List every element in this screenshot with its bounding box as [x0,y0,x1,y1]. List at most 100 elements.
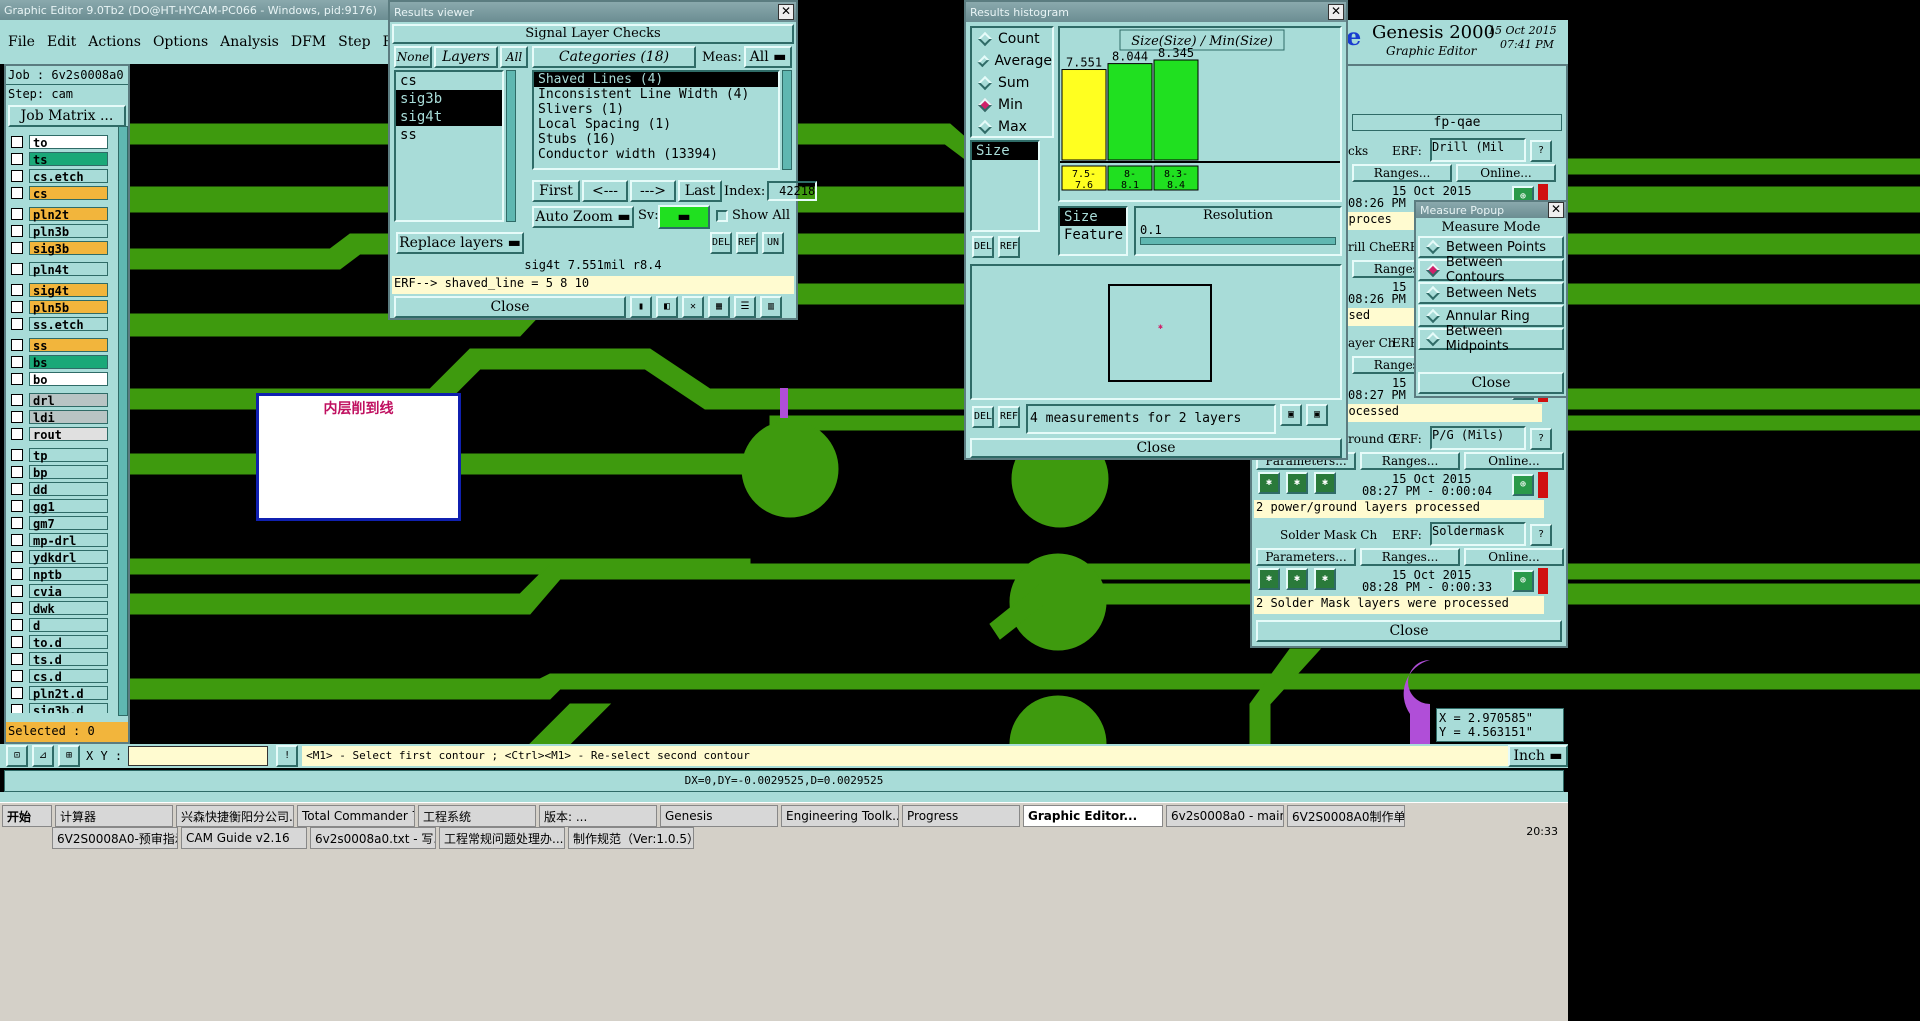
rv-tool-icon-5[interactable]: ☰ [734,296,756,318]
rv-cat-scroll[interactable] [782,70,792,170]
layer-checkbox[interactable] [11,318,23,330]
hist-option-average[interactable]: Average [972,50,1052,72]
rv-close-icon[interactable]: ✕ [778,4,794,20]
analysis-erf-value[interactable]: Soldermask [1430,522,1526,546]
layer-checkbox[interactable] [11,284,23,296]
layer-name[interactable]: bs [29,355,108,370]
run-icon[interactable]: ✱ [1286,568,1308,590]
taskbar-item[interactable]: 6V2S0008A0-预审指示... [52,827,178,849]
layer-name[interactable]: ydkdrl [29,550,108,565]
taskbar-item[interactable]: 工程常规问题处理办... [439,827,565,849]
run-icon[interactable]: ✱ [1286,472,1308,494]
layer-checkbox[interactable] [11,687,23,699]
layer-name[interactable]: dwk [29,601,108,616]
layer-checkbox[interactable] [11,170,23,182]
taskbar-item[interactable]: Genesis [660,805,778,827]
layer-checkbox[interactable] [11,653,23,665]
analysis-ranges-button[interactable]: Ranges... [1352,164,1452,182]
taskbar-item[interactable]: Engineering Toolk... [781,805,899,827]
rv-first-button[interactable]: First [532,180,580,202]
hist-field-list[interactable]: Size [970,140,1040,232]
layer-row[interactable]: drl [8,392,108,408]
layer-row[interactable]: ss.etch [8,316,108,332]
layer-name[interactable]: bo [29,372,108,387]
layer-name[interactable]: nptb [29,567,108,582]
layer-row[interactable]: cs.etch [8,168,108,184]
layer-name[interactable]: ss [29,338,108,353]
layer-name[interactable]: sig3b.d [29,703,108,713]
layer-row[interactable]: ss [8,337,108,353]
analysis-erf-value[interactable]: P/G (Mils) [1430,426,1526,450]
taskbar-item[interactable]: Total Commander 7... [297,805,415,827]
hist-field-item[interactable]: Size [972,142,1038,160]
hist-tool-icon-2[interactable]: ▣ [1306,404,1328,426]
analysis-ranges-button[interactable]: Ranges... [1360,548,1460,566]
tool-icon-1[interactable]: ⊡ [6,745,28,767]
rv-none-button[interactable]: None [394,46,432,68]
layer-row[interactable]: gg1 [8,498,108,514]
analysis-erf-value[interactable]: Drill (Mil [1430,138,1526,162]
layer-row[interactable]: pln3b [8,223,108,239]
layer-list[interactable]: to ts cs.etch cs pln2t pln3b sig3b pln4t sig4t pl… [8,133,108,713]
taskbar-item[interactable]: 6v2s0008a0.txt - 写... [310,827,436,849]
rv-tool-icon-4[interactable]: ▦ [708,296,730,318]
menu-options[interactable]: Options [153,34,208,50]
taskbar-item[interactable]: 版本: ... [539,805,657,827]
rv-prev-button[interactable]: <--- [582,180,628,202]
chart-bar[interactable] [1153,59,1199,161]
menu-analysis[interactable]: Analysis [220,34,279,50]
layer-name[interactable]: drl [29,393,108,408]
rv-category-item[interactable]: Shaved Lines (4) [534,72,778,87]
layer-name[interactable]: pln2t [29,207,108,222]
hist-field2-item-feature[interactable]: Feature [1060,226,1126,244]
layer-name[interactable]: ts [29,152,108,167]
rv-layer-list[interactable]: cs sig3b sig4t ss [394,70,504,222]
rv-autozoom-select[interactable]: Auto Zoom ▬ [532,206,634,228]
rv-index-input[interactable]: 42218 [767,181,818,201]
layer-row[interactable]: pln4t [8,261,108,277]
rv-replace-select[interactable]: Replace layers ▬ [396,232,524,254]
layer-row[interactable]: pln2t.d [8,685,108,701]
hist-option-count[interactable]: Count [972,28,1052,50]
layer-name[interactable]: pln3b [29,224,108,239]
rv-tool-icon-6[interactable]: ▥ [760,296,782,318]
rv-category-item[interactable]: Stubs (16) [534,132,778,147]
layer-name[interactable]: gg1 [29,499,108,514]
run-icon[interactable]: ✱ [1258,472,1280,494]
hist-close-button[interactable]: Close [970,438,1342,458]
layer-name[interactable]: to.d [29,635,108,650]
zoom-icon[interactable]: ⊕ [1512,570,1534,592]
hist-option-max[interactable]: Max [972,116,1052,138]
layer-checkbox[interactable] [11,394,23,406]
layer-row[interactable]: bs [8,354,108,370]
layer-row[interactable]: dwk [8,600,108,616]
layer-checkbox[interactable] [11,619,23,631]
layer-name[interactable]: pln5b [29,300,108,315]
rv-last-button[interactable]: Last [678,180,722,202]
rv-all-button[interactable]: All [500,46,528,68]
analysis-online-button[interactable]: Online... [1464,452,1564,470]
layer-checkbox[interactable] [11,428,23,440]
layer-checkbox[interactable] [11,466,23,478]
layer-checkbox[interactable] [11,153,23,165]
layer-checkbox[interactable] [11,411,23,423]
layer-name[interactable]: ss.etch [29,317,108,332]
taskbar-item[interactable]: Progress [902,805,1020,827]
menu-dfm[interactable]: DFM [291,34,326,50]
menu-actions[interactable]: Actions [88,34,141,50]
layer-checkbox[interactable] [11,568,23,580]
run-icon[interactable]: ✱ [1314,472,1336,494]
rv-layer-item[interactable]: sig3b [396,90,502,108]
layer-checkbox[interactable] [11,263,23,275]
rv-categories-button[interactable]: Categories (18) [532,46,696,68]
layer-checkbox[interactable] [11,449,23,461]
layer-row[interactable]: ldi [8,409,108,425]
layer-row[interactable]: gm7 [8,515,108,531]
rv-showall-checkbox[interactable] [716,210,728,222]
layer-name[interactable]: pln2t.d [29,686,108,701]
start-button[interactable]: 开始 [2,805,52,827]
units-select[interactable]: Inch ▬ [1508,745,1568,767]
alert-icon[interactable]: ! [276,745,299,767]
menu-step[interactable]: Step [338,34,370,50]
hist-tool-icon-1[interactable]: ▣ [1280,404,1302,426]
